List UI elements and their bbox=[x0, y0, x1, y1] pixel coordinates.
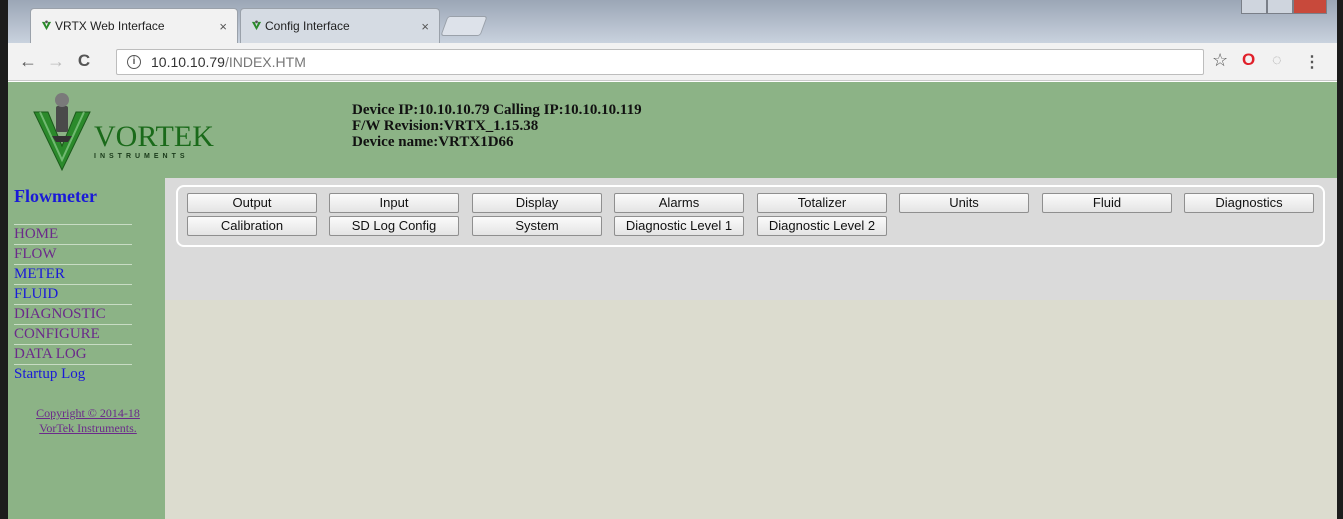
input-button[interactable]: Input bbox=[329, 193, 459, 213]
vortek-favicon-icon bbox=[41, 20, 52, 31]
copyright-link[interactable]: Copyright © 2014-18 VorTek Instruments. bbox=[18, 406, 158, 436]
diagnostic-level-2-button[interactable]: Diagnostic Level 2 bbox=[757, 216, 887, 236]
vortek-logo: VORTEK INSTRUMENTS bbox=[30, 90, 214, 172]
sidebar-nav: HOME FLOW METER FLUID DIAGNOSTIC CONFIGU… bbox=[14, 224, 132, 384]
url-path: /INDEX.HTM bbox=[224, 54, 306, 70]
tab-close-icon[interactable]: × bbox=[421, 19, 429, 34]
browser-toolbar: ← → C i 10.10.10.79/INDEX.HTM ☆ O ◌ ⋮ bbox=[8, 43, 1337, 81]
tab-label: Config Interface bbox=[265, 19, 350, 33]
units-button[interactable]: Units bbox=[899, 193, 1029, 213]
copyright-line: Copyright © 2014-18 bbox=[36, 406, 140, 420]
alarms-button[interactable]: Alarms bbox=[614, 193, 744, 213]
menu-icon[interactable]: ⋮ bbox=[1304, 52, 1320, 72]
diagnostic-level-1-button[interactable]: Diagnostic Level 1 bbox=[614, 216, 744, 236]
info-icon[interactable]: i bbox=[127, 55, 141, 69]
calibration-button[interactable]: Calibration bbox=[187, 216, 317, 236]
sidebar-item-configure[interactable]: CONFIGURE bbox=[14, 324, 132, 344]
tab-label: VRTX Web Interface bbox=[55, 19, 165, 33]
sidebar-item-meter[interactable]: METER bbox=[14, 264, 132, 284]
sidebar-item-home[interactable]: HOME bbox=[14, 224, 132, 244]
window-border-right bbox=[1337, 0, 1343, 519]
config-button-panel: Output Input Display Alarms Totalizer Un… bbox=[176, 185, 1325, 247]
tab-vrtx-web-interface[interactable]: VRTX Web Interface × bbox=[30, 8, 238, 43]
star-icon[interactable]: ☆ bbox=[1212, 50, 1228, 71]
window-border-left bbox=[0, 0, 8, 519]
output-button[interactable]: Output bbox=[187, 193, 317, 213]
logo-text: VORTEK bbox=[94, 120, 214, 153]
sd-log-config-button[interactable]: SD Log Config bbox=[329, 216, 459, 236]
reload-icon[interactable]: C bbox=[74, 51, 94, 71]
copyright-company: VorTek Instruments. bbox=[39, 421, 137, 435]
new-tab-button[interactable] bbox=[440, 16, 488, 36]
minimize-button[interactable] bbox=[1241, 0, 1267, 14]
sidebar-item-diagnostic[interactable]: DIAGNOSTIC bbox=[14, 304, 132, 324]
totalizer-button[interactable]: Totalizer bbox=[757, 193, 887, 213]
display-button[interactable]: Display bbox=[472, 193, 602, 213]
extension-icon[interactable]: ◌ bbox=[1272, 52, 1282, 70]
device-info: Device IP:10.10.10.79 Calling IP:10.10.1… bbox=[352, 102, 642, 150]
logo-subtext: INSTRUMENTS bbox=[94, 153, 189, 160]
device-ip-line: Device IP:10.10.10.79 Calling IP:10.10.1… bbox=[352, 102, 642, 118]
tab-close-icon[interactable]: × bbox=[219, 19, 227, 34]
tab-config-interface[interactable]: Config Interface × bbox=[240, 8, 440, 43]
diagnostics-button[interactable]: Diagnostics bbox=[1184, 193, 1314, 213]
sidebar-item-flow[interactable]: FLOW bbox=[14, 244, 132, 264]
sidebar-item-data-log[interactable]: DATA LOG bbox=[14, 344, 132, 364]
tab-strip: VRTX Web Interface × Config Interface × bbox=[8, 0, 1337, 43]
close-window-button[interactable] bbox=[1293, 0, 1327, 14]
firmware-revision-line: F/W Revision:VRTX_1.15.38 bbox=[352, 118, 539, 134]
page-content: VORTEK INSTRUMENTS Device IP:10.10.10.79… bbox=[8, 82, 1337, 519]
opera-icon[interactable]: O bbox=[1242, 50, 1255, 70]
sidebar-item-fluid[interactable]: FLUID bbox=[14, 284, 132, 304]
back-icon[interactable]: ← bbox=[18, 51, 38, 72]
sidebar-title: Flowmeter bbox=[14, 186, 97, 206]
url-host: 10.10.10.79 bbox=[151, 54, 225, 70]
device-name-line: Device name:VRTX1D66 bbox=[352, 134, 514, 150]
vortek-favicon-icon bbox=[251, 20, 262, 31]
sidebar-item-startup-log[interactable]: Startup Log bbox=[14, 364, 132, 384]
config-area: Output Input Display Alarms Totalizer Un… bbox=[165, 178, 1337, 300]
sidebar: Flowmeter HOME FLOW METER FLUID DIAGNOST… bbox=[8, 178, 165, 519]
system-button[interactable]: System bbox=[472, 216, 602, 236]
fluid-button[interactable]: Fluid bbox=[1042, 193, 1172, 213]
address-bar[interactable]: i 10.10.10.79/INDEX.HTM bbox=[116, 49, 1204, 75]
window-controls bbox=[1241, 0, 1331, 16]
forward-icon[interactable]: → bbox=[46, 51, 66, 72]
maximize-button[interactable] bbox=[1267, 0, 1293, 14]
browser-window: VRTX Web Interface × Config Interface × … bbox=[0, 0, 1343, 519]
page-header: VORTEK INSTRUMENTS Device IP:10.10.10.79… bbox=[8, 82, 1337, 178]
